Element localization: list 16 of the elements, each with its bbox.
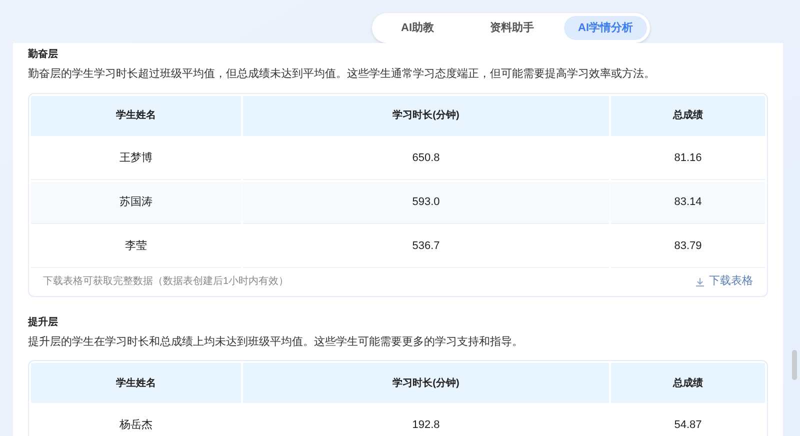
column-header: 学生姓名: [31, 96, 241, 136]
section-title: 勤奋层: [28, 48, 59, 62]
tab[interactable]: 资料助手: [464, 16, 560, 40]
column-header: 总成绩: [611, 363, 765, 403]
section-description: 提升层的学生在学习时长和总成绩上均未达到班级平均值。这些学生可能需要更多的学习支持和指导。: [28, 334, 524, 350]
section-description: 勤奋层的学生学习时长超过班级平均值，但总成绩未达到平均值。这些学生通常学习态度端正，但可能需要提高学习效率或方法。: [28, 66, 656, 82]
column-header: 学习时长(分钟): [243, 363, 609, 403]
table-note: 下载表格可获取完整数据（数据表创建后1小时内有效）: [43, 274, 289, 289]
scrollbar[interactable]: [792, 350, 797, 380]
column-header: 总成绩: [611, 96, 765, 136]
tab[interactable]: AI助教: [375, 16, 460, 40]
section-title: 提升层: [28, 316, 59, 330]
download-icon: [695, 276, 705, 286]
download-link[interactable]: 下载表格: [695, 273, 753, 290]
column-header: 学习时长(分钟): [243, 96, 609, 136]
column-header: 学生姓名: [31, 363, 241, 403]
